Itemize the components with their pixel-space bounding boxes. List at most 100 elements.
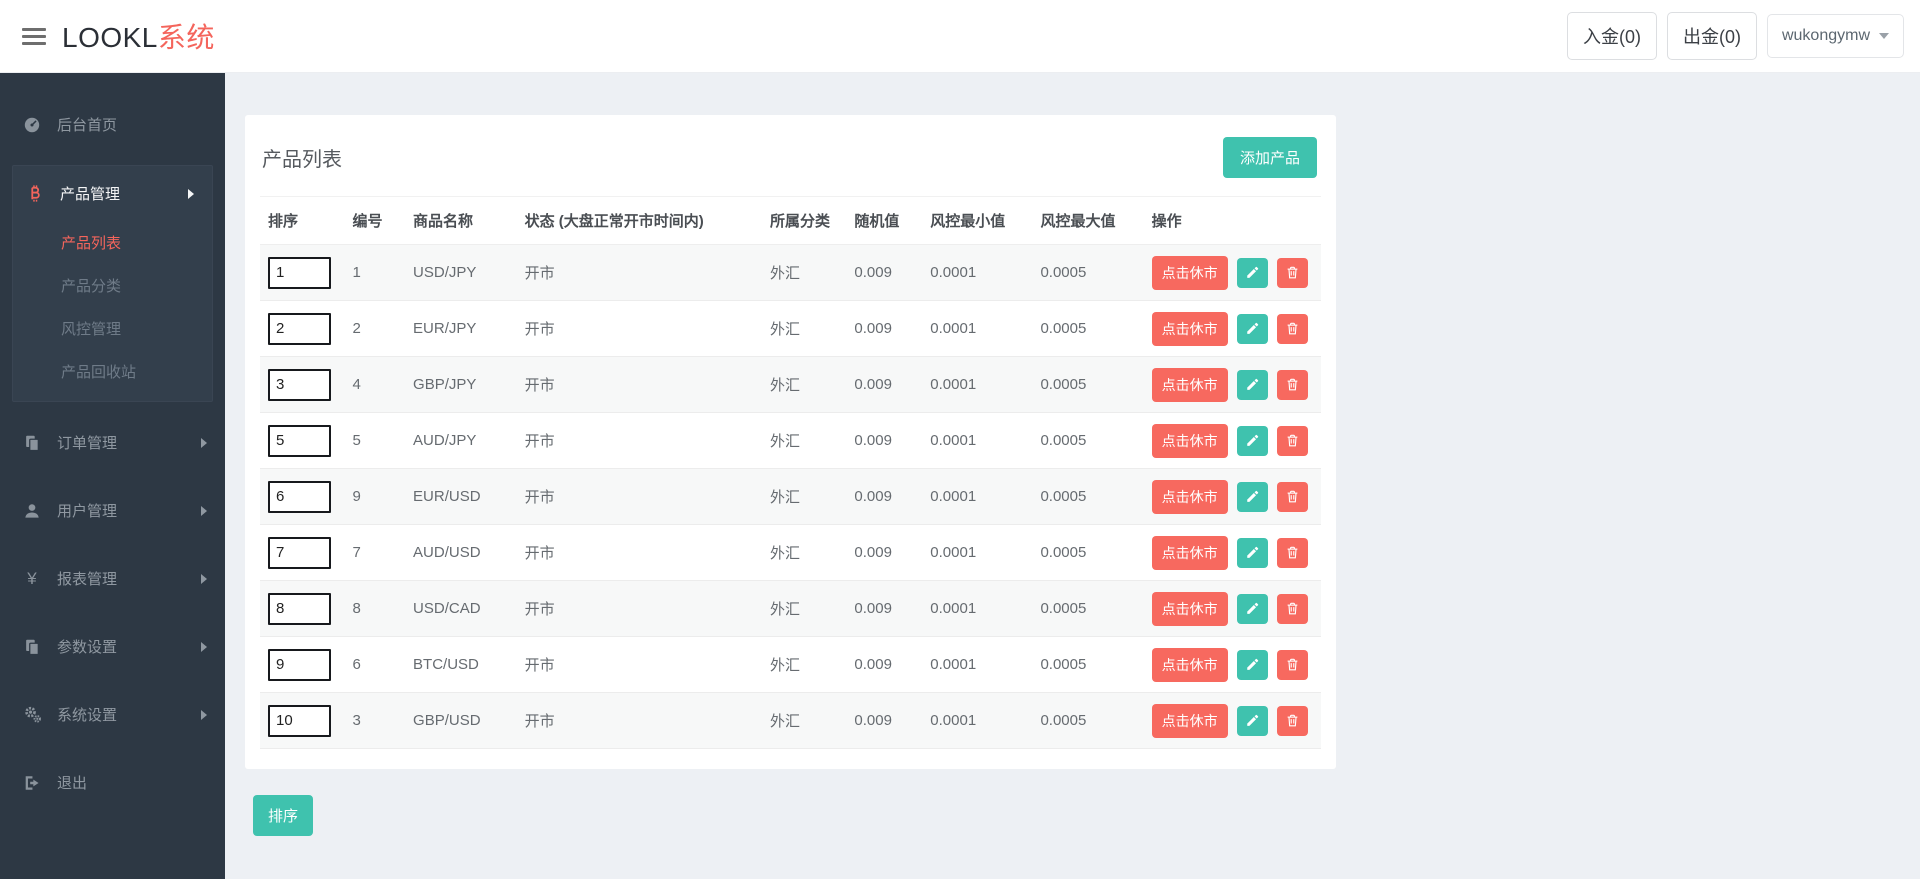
close-market-button[interactable]: 点击休市 [1151,647,1228,682]
edit-button[interactable] [1236,257,1268,288]
sidebar-item-label: 产品管理 [60,186,121,203]
delete-button[interactable] [1276,537,1308,568]
sidebar-item-parameters[interactable]: 参数设置 [0,619,225,674]
product-name: EUR/USD [405,468,517,525]
delete-button[interactable] [1276,593,1308,624]
user-menu-button[interactable]: wukongymw [1766,14,1904,58]
sort-submit-button[interactable]: 排序 [253,795,314,836]
product-table: 排序 编号 商品名称 状态 (大盘正常开市时间内) 所属分类 随机值 风控最小值… [260,196,1321,749]
top-right-actions: 入金(0) 出金(0) wukongymw [1566,12,1920,60]
sort-input[interactable] [268,592,331,625]
edit-button[interactable] [1236,425,1268,456]
risk-max-value: 0.0005 [1032,636,1144,693]
edit-button[interactable] [1236,593,1268,624]
close-market-button[interactable]: 点击休市 [1151,535,1228,570]
edit-icon [1245,601,1260,616]
user-icon [22,501,42,521]
close-market-button[interactable]: 点击休市 [1151,367,1228,402]
risk-max-value: 0.0005 [1032,244,1144,301]
delete-button[interactable] [1276,481,1308,512]
trash-icon [1285,713,1300,728]
signout-icon [22,773,42,793]
chevron-right-icon [201,437,207,448]
close-market-button[interactable]: 点击休市 [1151,591,1228,626]
table-row: 8 USD/CAD 开市 外汇 0.009 0.0001 0.0005 点击休市 [260,580,1321,637]
close-market-button[interactable]: 点击休市 [1151,703,1228,738]
product-category: 外汇 [762,412,847,469]
deposit-button[interactable]: 入金(0) [1566,12,1657,60]
sort-input[interactable] [268,312,331,345]
edit-icon [1245,321,1260,336]
trash-icon [1285,657,1300,672]
risk-min-value: 0.0001 [922,524,1033,581]
random-value: 0.009 [846,636,923,693]
sort-input[interactable] [268,648,331,681]
sidebar-item-dashboard[interactable]: 后台首页 [0,97,225,152]
risk-max-value: 0.0005 [1032,524,1144,581]
sort-input[interactable] [268,704,331,737]
delete-button[interactable] [1276,257,1308,288]
random-value: 0.009 [846,412,923,469]
sidebar-subitem-product-category[interactable]: 产品分类 [13,264,212,307]
delete-button[interactable] [1276,313,1308,344]
sidebar-subitem-risk-management[interactable]: 风控管理 [13,307,212,350]
menu-toggle-icon[interactable] [22,27,46,45]
delete-button[interactable] [1276,705,1308,736]
sidebar-item-product-management[interactable]: 产品管理 [13,166,212,221]
product-list-card: 产品列表 添加产品 排序 编号 商品名称 状态 (大盘正常开市时间内) 所属分类… [245,115,1336,769]
delete-button[interactable] [1276,369,1308,400]
sidebar-item-system-settings[interactable]: 系统设置 [0,687,225,742]
product-name: BTC/USD [405,636,517,693]
delete-button[interactable] [1276,649,1308,680]
col-header-random: 随机值 [846,196,923,245]
brand: LOOKL系统 [0,16,215,56]
trash-icon [1285,377,1300,392]
sidebar-subitem-product-list[interactable]: 产品列表 [13,221,212,264]
product-status: 开市 [516,412,763,469]
chevron-right-icon [188,188,194,199]
sidebar-item-label: 后台首页 [57,117,118,134]
sidebar-item-reports[interactable]: ¥ 报表管理 [0,551,225,606]
sort-input[interactable] [268,256,331,289]
edit-button[interactable] [1236,481,1268,512]
sidebar-item-users[interactable]: 用户管理 [0,483,225,538]
trash-icon [1285,321,1300,336]
product-category: 外汇 [762,636,847,693]
product-name: AUD/USD [405,524,517,581]
delete-button[interactable] [1276,425,1308,456]
risk-min-value: 0.0001 [922,636,1033,693]
sidebar-item-logout[interactable]: 退出 [0,755,225,810]
edit-button[interactable] [1236,649,1268,680]
sidebar-subitem-product-recycle[interactable]: 产品回收站 [13,350,212,393]
edit-icon [1245,265,1260,280]
edit-button[interactable] [1236,705,1268,736]
edit-button[interactable] [1236,369,1268,400]
edit-button[interactable] [1236,313,1268,344]
col-header-risk-min: 风控最小值 [922,196,1033,245]
close-market-button[interactable]: 点击休市 [1151,311,1228,346]
close-market-button[interactable]: 点击休市 [1151,479,1228,514]
product-id: 7 [344,524,406,581]
add-product-button[interactable]: 添加产品 [1222,137,1317,178]
edit-button[interactable] [1236,537,1268,568]
withdraw-button[interactable]: 出金(0) [1666,12,1757,60]
sort-input[interactable] [268,424,331,457]
sort-input[interactable] [268,480,331,513]
chevron-down-icon [1879,33,1889,39]
product-id: 9 [344,468,406,525]
product-name: USD/CAD [405,580,517,637]
risk-max-value: 0.0005 [1032,580,1144,637]
product-category: 外汇 [762,692,847,749]
chevron-right-icon [201,641,207,652]
product-name: AUD/JPY [405,412,517,469]
product-category: 外汇 [762,580,847,637]
close-market-button[interactable]: 点击休市 [1151,255,1228,290]
risk-min-value: 0.0001 [922,692,1033,749]
close-market-button[interactable]: 点击休市 [1151,423,1228,458]
main-content: 产品列表 添加产品 排序 编号 商品名称 状态 (大盘正常开市时间内) 所属分类… [225,73,1920,879]
yen-icon: ¥ [27,568,37,588]
sort-input[interactable] [268,536,331,569]
sidebar-item-orders[interactable]: 订单管理 [0,415,225,470]
table-row: 7 AUD/USD 开市 外汇 0.009 0.0001 0.0005 点击休市 [260,524,1321,581]
sort-input[interactable] [268,368,331,401]
